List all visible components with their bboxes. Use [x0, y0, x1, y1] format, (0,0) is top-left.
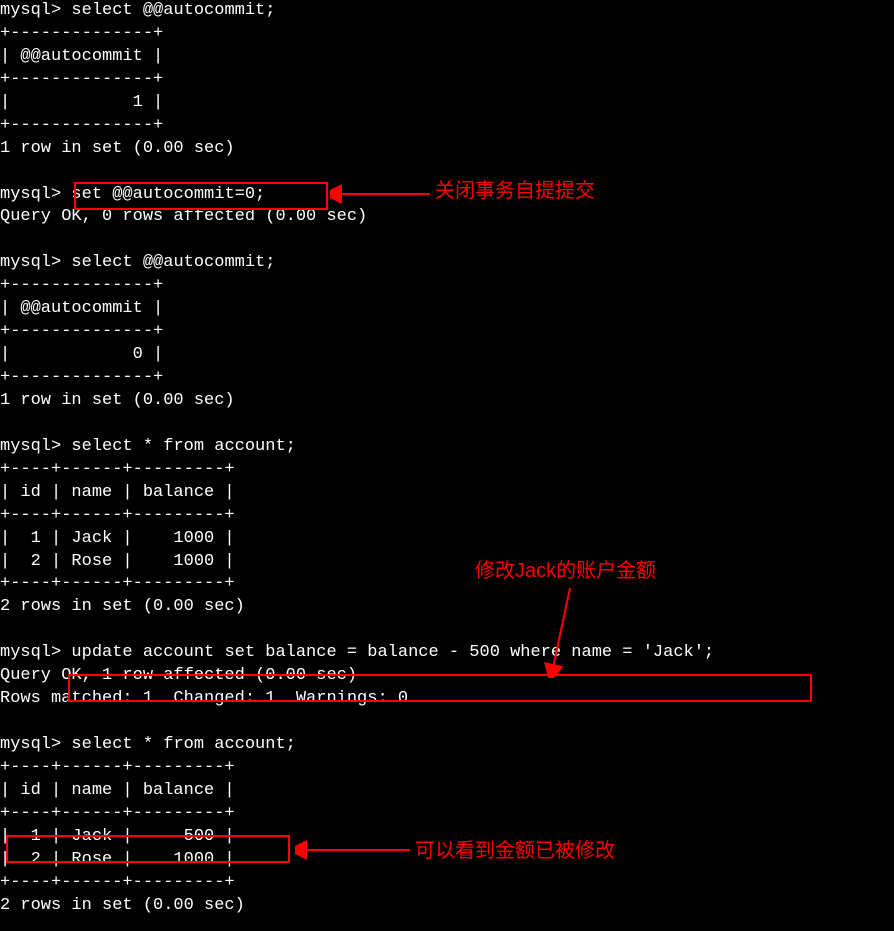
table-row: | 2 | Rose | 1000 | [0, 552, 235, 571]
highlight-box-set-autocommit [74, 182, 328, 210]
table-header: | @@autocommit | [0, 299, 163, 318]
table-border: +--------------+ [0, 322, 163, 341]
table-header: | @@autocommit | [0, 47, 163, 66]
table-border: +----+------+---------+ [0, 873, 235, 892]
table-border: +--------------+ [0, 70, 163, 89]
table-row: | 0 | [0, 345, 163, 364]
query-result: Query OK, 0 rows affected (0.00 sec) [0, 207, 367, 226]
table-border: +--------------+ [0, 276, 163, 295]
annotation-update-jack: 修改Jack的账户金额 [475, 558, 656, 585]
table-border: +----+------+---------+ [0, 758, 235, 777]
result-footer: 2 rows in set (0.00 sec) [0, 896, 245, 915]
result-footer: 2 rows in set (0.00 sec) [0, 597, 245, 616]
table-border: +----+------+---------+ [0, 506, 235, 525]
table-row: | 1 | [0, 93, 163, 112]
table-row: | 1 | Jack | 1000 | [0, 529, 235, 548]
sql-query: select @@autocommit; [71, 1, 275, 20]
annotation-autocommit: 关闭事务自提提交 [435, 178, 595, 205]
table-header: | id | name | balance | [0, 483, 235, 502]
table-header: | id | name | balance | [0, 781, 235, 800]
result-footer: 1 row in set (0.00 sec) [0, 139, 235, 158]
table-border: +----+------+---------+ [0, 460, 235, 479]
mysql-prompt: mysql> [0, 185, 61, 204]
sql-query: select * from account; [71, 437, 295, 456]
mysql-prompt: mysql> [0, 735, 61, 754]
table-border: +--------------+ [0, 116, 163, 135]
mysql-prompt: mysql> [0, 1, 61, 20]
mysql-prompt: mysql> [0, 253, 61, 272]
result-footer: 1 row in set (0.00 sec) [0, 391, 235, 410]
mysql-prompt: mysql> [0, 643, 61, 662]
table-border: +--------------+ [0, 24, 163, 43]
highlight-box-update-query [68, 674, 812, 702]
mysql-prompt: mysql> [0, 437, 61, 456]
table-border: +--------------+ [0, 368, 163, 387]
sql-query: update account set balance = balance - 5… [71, 643, 714, 662]
table-border: +----+------+---------+ [0, 574, 235, 593]
sql-query: select @@autocommit; [71, 253, 275, 272]
terminal-output[interactable]: mysql> select @@autocommit; +-----------… [0, 0, 894, 918]
sql-query: select * from account; [71, 735, 295, 754]
highlight-box-updated-row [6, 835, 290, 863]
annotation-balance-changed: 可以看到金额已被修改 [415, 838, 615, 865]
table-border: +----+------+---------+ [0, 804, 235, 823]
